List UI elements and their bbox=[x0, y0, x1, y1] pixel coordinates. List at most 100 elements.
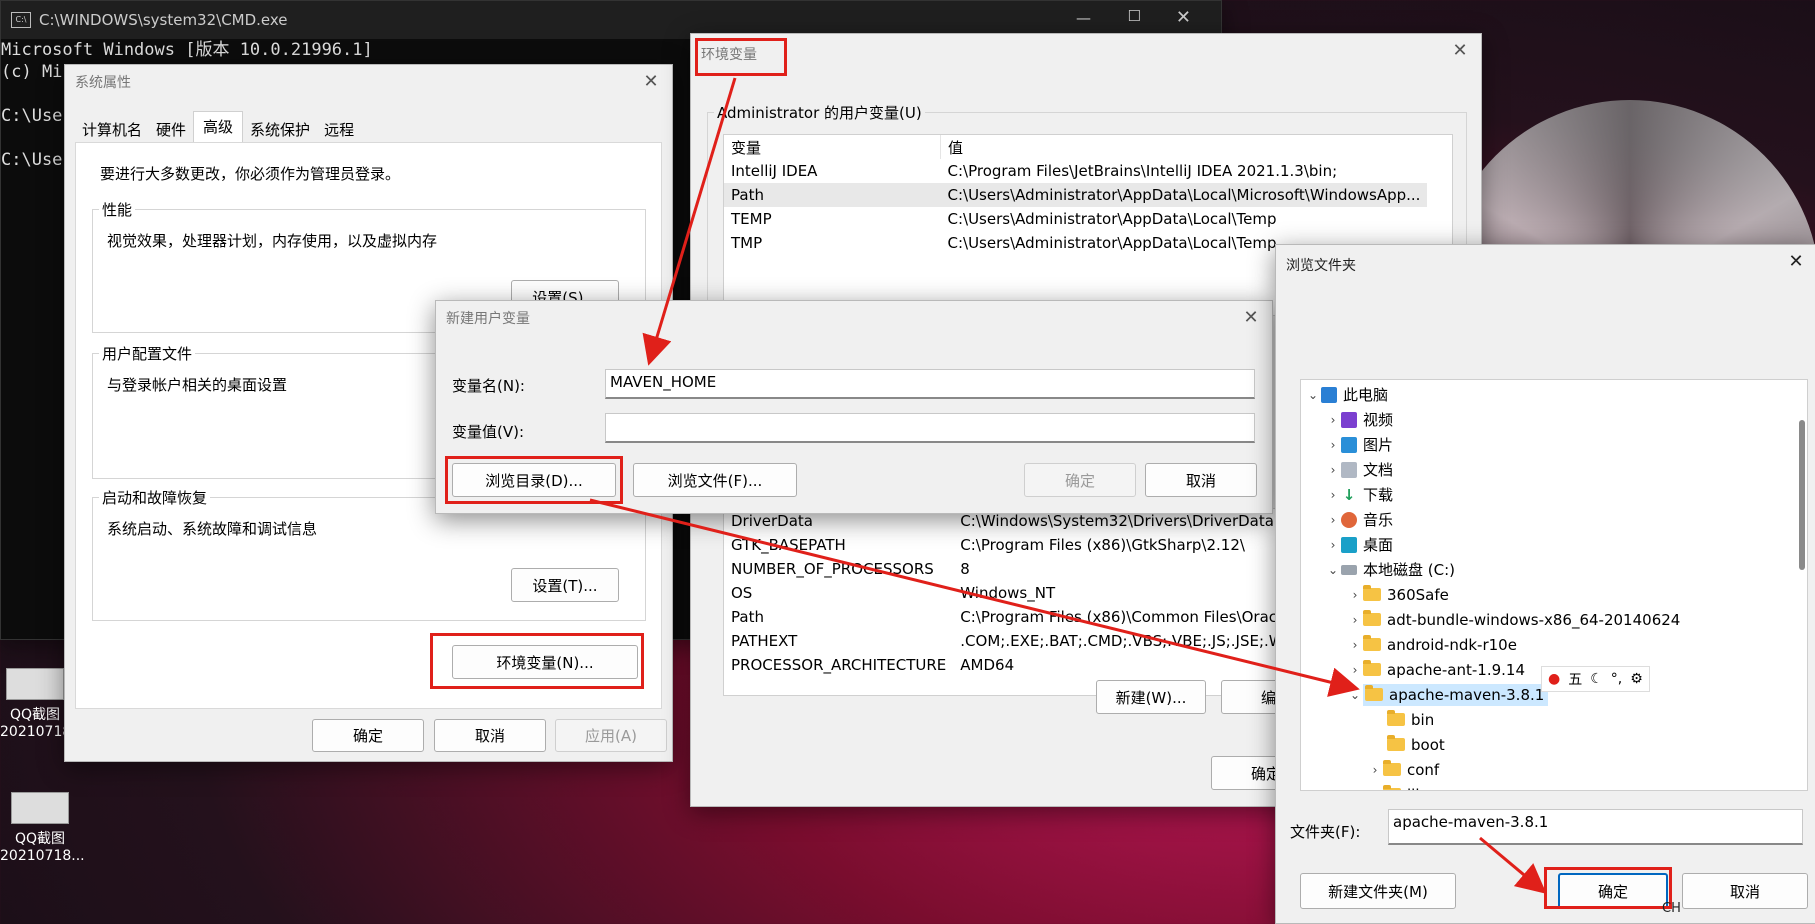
chevron-right-icon[interactable]: › bbox=[1347, 663, 1363, 677]
browse-folder-dialog[interactable]: 浏览文件夹 ✕ ⌄ 此电脑 › 视频 › 图片 › 文档 › ↓ 下载 › 音乐 › 桌面 ⌄… bbox=[1275, 244, 1815, 924]
tree-item[interactable]: › 桌面 bbox=[1325, 532, 1393, 557]
apply-button[interactable]: 应用(A) bbox=[555, 719, 667, 752]
var-name: TEMP bbox=[731, 210, 772, 228]
var-name: PATHEXT bbox=[731, 632, 798, 650]
new-user-variable-dialog[interactable]: 新建用户变量 ✕ 变量名(N): MAVEN_HOME 变量值(V): 浏览目录… bbox=[435, 300, 1273, 514]
tree-item[interactable]: › 音乐 bbox=[1325, 507, 1393, 532]
tree-item[interactable]: › 视频 bbox=[1325, 407, 1393, 432]
browse-directory-button[interactable]: 浏览目录(D)... bbox=[452, 463, 616, 497]
table-row[interactable]: PROCESSOR_ARCHITECTURE AMD64 bbox=[724, 653, 1333, 677]
tree-item-drive[interactable]: ⌄ 本地磁盘 (C:) bbox=[1325, 557, 1455, 582]
variable-name-input[interactable]: MAVEN_HOME bbox=[605, 369, 1255, 399]
tree-item-folder[interactable]: › apache-ant-1.9.14 bbox=[1347, 657, 1525, 682]
chevron-right-icon[interactable]: › bbox=[1347, 588, 1363, 602]
tree-item-folder[interactable]: › 360Safe bbox=[1347, 582, 1449, 607]
dialog-titlebar[interactable]: 环境变量 ✕ bbox=[691, 34, 1481, 74]
browse-file-button[interactable]: 浏览文件(F)... bbox=[633, 463, 797, 497]
chevron-right-icon[interactable]: › bbox=[1325, 438, 1341, 452]
chevron-right-icon[interactable]: › bbox=[1325, 463, 1341, 477]
tree-item-subfolder[interactable]: bin bbox=[1387, 707, 1434, 732]
punctuation-icon[interactable]: °, bbox=[1611, 671, 1622, 687]
chevron-right-icon[interactable]: › bbox=[1325, 413, 1341, 427]
chevron-down-icon[interactable]: ⌄ bbox=[1325, 563, 1341, 577]
drive-icon bbox=[1341, 564, 1357, 575]
tree-item-folder[interactable]: › adt-bundle-windows-x86_64-20140624 bbox=[1347, 607, 1680, 632]
table-row[interactable]: OS Windows_NT bbox=[724, 581, 1333, 605]
cancel-button[interactable]: 取消 bbox=[434, 719, 546, 752]
tree-item-folder[interactable]: › android-ndk-r10e bbox=[1347, 632, 1517, 657]
new-system-variable-button[interactable]: 新建(W)... bbox=[1096, 680, 1206, 714]
cancel-button[interactable]: 取消 bbox=[1145, 463, 1257, 497]
tab-advanced[interactable]: 高级 bbox=[193, 111, 244, 143]
desktop-icon-item[interactable]: QQ截图 20210718... bbox=[0, 792, 85, 864]
tree-item[interactable]: › 图片 bbox=[1325, 432, 1393, 457]
table-row[interactable]: Path C:\Program Files (x86)\Common Files\… bbox=[724, 605, 1333, 629]
folder-icon bbox=[1363, 585, 1381, 601]
ok-button[interactable]: 确定 bbox=[312, 719, 424, 752]
chevron-right-icon[interactable]: › bbox=[1325, 538, 1341, 552]
group-title: Administrator 的用户变量(U) bbox=[714, 102, 925, 123]
close-icon[interactable]: ✕ bbox=[1176, 7, 1191, 28]
ok-button[interactable]: 确定 bbox=[1024, 463, 1136, 497]
variable-value-input[interactable] bbox=[605, 413, 1255, 443]
tree-item[interactable]: › 文档 bbox=[1325, 457, 1393, 482]
tab-system-protection[interactable]: 系统保护 bbox=[243, 113, 317, 143]
video-icon bbox=[1341, 411, 1357, 428]
chevron-right-icon[interactable]: › bbox=[1347, 638, 1363, 652]
table-row[interactable]: PATHEXT .COM;.EXE;.BAT;.CMD;.VBS;.VBE;.JS… bbox=[724, 629, 1333, 653]
ok-button[interactable]: 确定 bbox=[1558, 873, 1668, 909]
startup-settings-button[interactable]: 设置(T)... bbox=[511, 568, 619, 602]
tree-item-this-pc[interactable]: ⌄ 此电脑 bbox=[1305, 382, 1388, 407]
chevron-right-icon[interactable]: › bbox=[1325, 513, 1341, 527]
desktop-icon-label: QQ截图 bbox=[9, 707, 61, 723]
desktop-icon-item[interactable]: QQ截图 20210718 bbox=[0, 668, 71, 740]
maximize-icon[interactable]: ☐ bbox=[1128, 7, 1141, 25]
chevron-down-icon[interactable]: ⌄ bbox=[1305, 388, 1321, 402]
ime-mode[interactable]: 五 bbox=[1568, 669, 1582, 689]
column-header-variable[interactable]: 变量 bbox=[724, 135, 941, 159]
var-name: Path bbox=[731, 186, 764, 204]
chevron-right-icon[interactable]: › bbox=[1347, 613, 1363, 627]
table-row[interactable]: Path C:\Users\Administrator\AppData\Local… bbox=[724, 183, 1428, 207]
table-row[interactable]: TEMP C:\Users\Administrator\AppData\Local… bbox=[724, 207, 1427, 231]
close-icon[interactable]: ✕ bbox=[1785, 251, 1807, 273]
folder-icon bbox=[1363, 610, 1381, 626]
folder-tree[interactable]: ⌄ 此电脑 › 视频 › 图片 › 文档 › ↓ 下载 › 音乐 › 桌面 ⌄ 本地磁盘 (C:… bbox=[1300, 379, 1808, 791]
column-header-value[interactable]: 值 bbox=[941, 135, 1428, 159]
table-row[interactable]: NUMBER_OF_PROCESSORS 8 bbox=[724, 557, 1333, 581]
paw-icon[interactable]: ● bbox=[1548, 671, 1560, 687]
minimize-icon[interactable]: — bbox=[1076, 9, 1091, 27]
folder-icon bbox=[1365, 685, 1383, 701]
ime-toolbar[interactable]: ● 五 ☾ °, ⚙ bbox=[1541, 666, 1650, 692]
tab-hardware[interactable]: 硬件 bbox=[149, 113, 193, 143]
tree-item-subfolder[interactable]: › conf bbox=[1367, 757, 1439, 782]
dialog-titlebar[interactable]: 新建用户变量 ✕ bbox=[436, 301, 1272, 335]
tab-remote[interactable]: 远程 bbox=[317, 113, 361, 143]
chevron-down-icon[interactable]: ⌄ bbox=[1347, 688, 1363, 702]
dialog-titlebar[interactable]: 浏览文件夹 ✕ bbox=[1276, 245, 1815, 285]
cancel-button[interactable]: 取消 bbox=[1682, 873, 1808, 909]
table-row[interactable]: IntelliJ IDEA C:\Program Files\JetBrains\… bbox=[724, 159, 1427, 183]
moon-icon[interactable]: ☾ bbox=[1590, 671, 1603, 687]
chevron-right-icon[interactable]: › bbox=[1367, 788, 1383, 791]
gear-icon[interactable]: ⚙ bbox=[1630, 671, 1643, 687]
variable-name-label: 变量名(N): bbox=[452, 377, 525, 395]
scrollbar[interactable] bbox=[1799, 420, 1805, 570]
close-icon[interactable]: ✕ bbox=[640, 71, 662, 93]
close-icon[interactable]: ✕ bbox=[1449, 40, 1471, 62]
chevron-right-icon[interactable]: › bbox=[1325, 488, 1341, 502]
tab-computer-name[interactable]: 计算机名 bbox=[75, 113, 149, 143]
taskbar-language-indicator[interactable]: CH bbox=[1662, 901, 1681, 916]
table-row[interactable]: GTK_BASEPATH C:\Program Files (x86)\GtkSh… bbox=[724, 533, 1333, 557]
tree-item-subfolder[interactable]: › lib bbox=[1367, 782, 1425, 791]
tree-item-subfolder[interactable]: boot bbox=[1387, 732, 1445, 757]
pictures-icon bbox=[1341, 436, 1357, 453]
chevron-right-icon[interactable]: › bbox=[1367, 763, 1383, 777]
folder-input[interactable]: apache-maven-3.8.1 bbox=[1388, 809, 1803, 845]
tree-item[interactable]: › ↓ 下载 bbox=[1325, 482, 1393, 507]
tree-item-folder-selected[interactable]: ⌄ apache-maven-3.8.1 bbox=[1347, 682, 1549, 707]
new-folder-button[interactable]: 新建文件夹(M) bbox=[1300, 873, 1456, 909]
dialog-titlebar[interactable]: 系统属性 ✕ bbox=[65, 65, 672, 99]
close-icon[interactable]: ✕ bbox=[1240, 307, 1262, 329]
environment-variables-button[interactable]: 环境变量(N)... bbox=[452, 645, 638, 679]
